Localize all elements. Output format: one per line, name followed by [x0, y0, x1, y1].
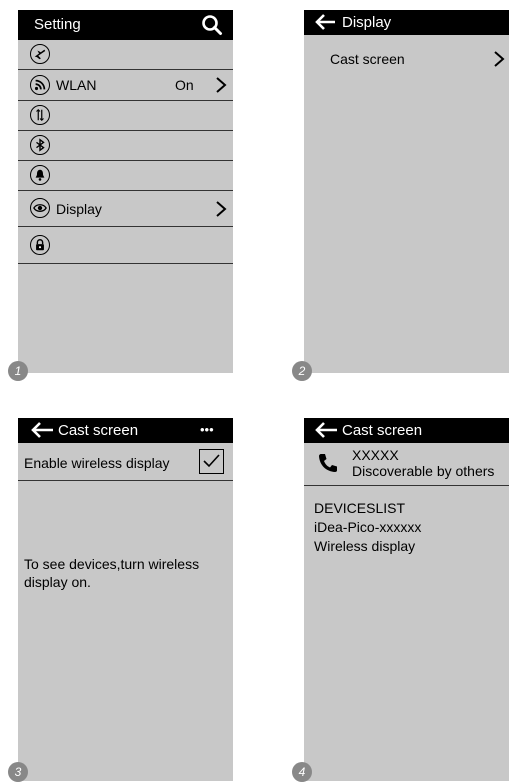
devices-list-header: DEVICESLIST	[314, 500, 406, 516]
back-arrow-icon[interactable]	[314, 421, 338, 439]
settings-row-lock[interactable]	[18, 227, 233, 264]
wlan-label: WLAN	[56, 77, 97, 93]
enable-wireless-row[interactable]: Enable wireless display	[18, 443, 233, 481]
cast-header: Cast screen	[304, 418, 509, 443]
back-arrow-icon[interactable]	[30, 421, 54, 439]
enable-wireless-label: Enable wireless display	[24, 455, 170, 471]
bell-icon	[30, 165, 50, 185]
settings-row-airplane[interactable]	[18, 40, 233, 70]
step-badge: 1	[8, 361, 28, 381]
chevron-right-icon	[216, 77, 227, 93]
page-title: Cast screen	[58, 422, 139, 439]
settings-row-bluetooth[interactable]	[18, 131, 233, 161]
bluetooth-icon	[30, 135, 50, 155]
step-badge: 2	[292, 361, 312, 381]
device-info-row: XXXXX Discoverable by others	[304, 443, 509, 486]
settings-screen: Setting WLAN On Display	[18, 10, 233, 373]
display-screen: Display Cast screen	[304, 10, 509, 373]
phone-icon	[316, 451, 340, 480]
wifi-icon	[30, 75, 50, 95]
device-name: XXXXX	[352, 447, 399, 463]
settings-row-wlan[interactable]: WLAN On	[18, 70, 233, 101]
step-badge: 4	[292, 762, 312, 782]
settings-row-display[interactable]: Display	[18, 191, 233, 227]
settings-row-notifications[interactable]	[18, 161, 233, 191]
airplane-icon	[30, 44, 50, 64]
more-options-icon[interactable]: •••	[200, 422, 214, 437]
wlan-status: On	[175, 77, 194, 93]
settings-header: Setting	[18, 10, 233, 40]
page-title: Cast screen	[342, 422, 423, 439]
device-status: Discoverable by others	[352, 463, 495, 479]
chevron-right-icon	[216, 201, 227, 217]
device-list-item[interactable]: Wireless display	[314, 538, 415, 554]
cast-screen-disabled: Cast screen ••• Enable wireless display …	[18, 418, 233, 781]
mobile-data-icon	[30, 105, 50, 125]
page-title: Display	[342, 14, 392, 31]
display-header: Display	[304, 10, 509, 35]
page-title: Setting	[34, 16, 81, 33]
display-label: Display	[56, 201, 102, 217]
cast-screen-devices: Cast screen XXXXX Discoverable by others…	[304, 418, 509, 781]
search-icon[interactable]	[201, 14, 223, 41]
checkbox-checked-icon[interactable]	[199, 449, 224, 474]
device-list-item[interactable]: iDea-Pico-xxxxxx	[314, 519, 421, 535]
hint-text-line1: To see devices,turn wireless	[24, 556, 200, 572]
chevron-right-icon	[494, 51, 505, 67]
eye-icon	[30, 198, 50, 218]
step-badge: 3	[8, 762, 28, 782]
cast-screen-label: Cast screen	[330, 51, 405, 67]
cast-screen-row[interactable]: Cast screen	[304, 35, 509, 67]
hint-text-line2: display on.	[24, 574, 91, 590]
cast-header: Cast screen •••	[18, 418, 233, 443]
lock-icon	[30, 235, 50, 255]
settings-row-mobile-data[interactable]	[18, 101, 233, 131]
back-arrow-icon[interactable]	[314, 13, 336, 31]
